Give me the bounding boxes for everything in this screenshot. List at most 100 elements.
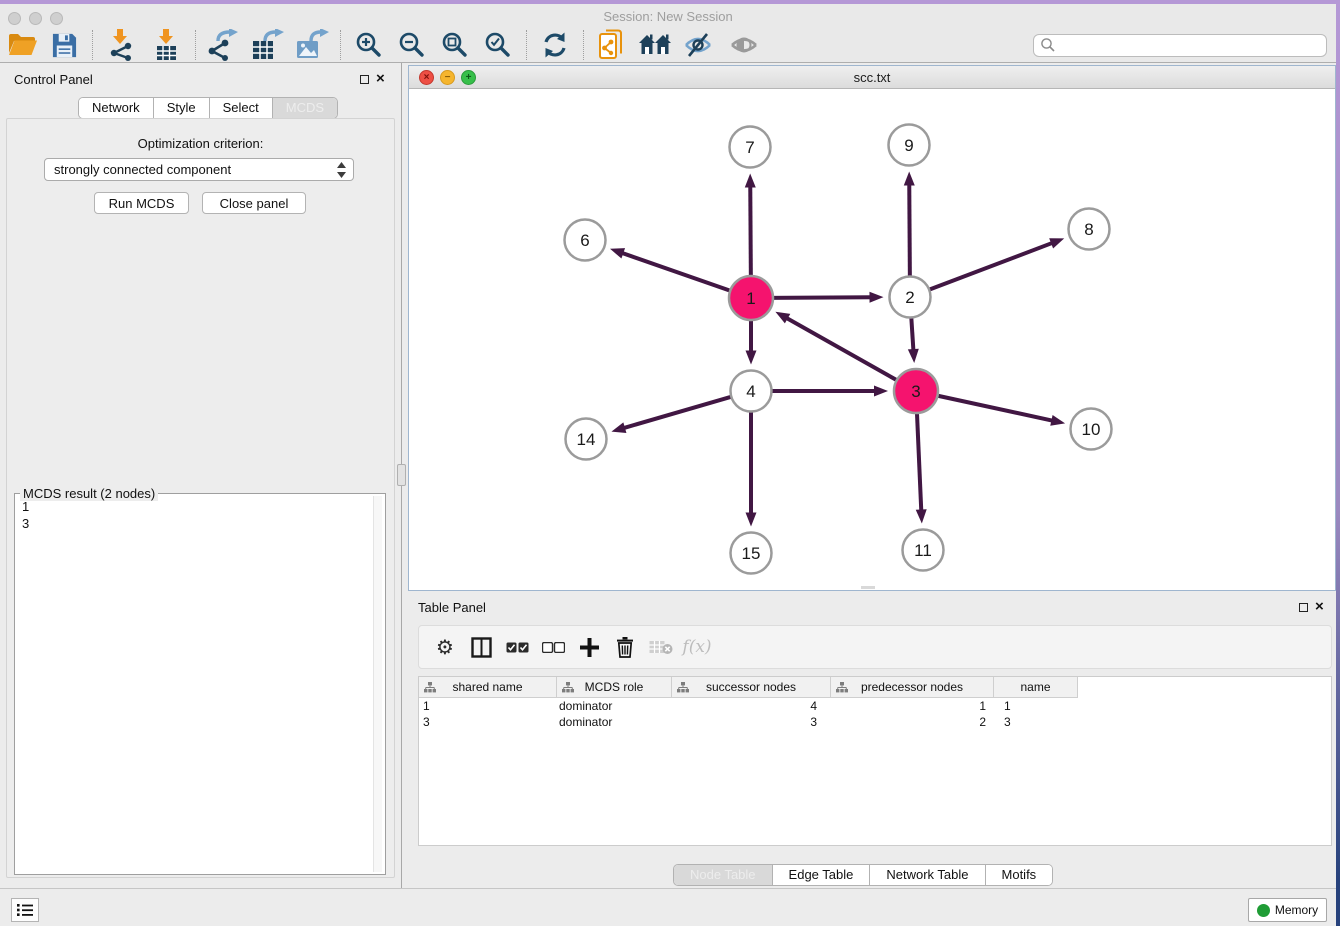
graph-edge-1-2[interactable]: [771, 297, 873, 298]
tab-motifs[interactable]: Motifs: [986, 865, 1053, 885]
zoom-in-icon[interactable]: [352, 28, 386, 62]
cell-predecessor-nodes[interactable]: 1: [831, 698, 994, 714]
graph-node-7[interactable]: 7: [730, 127, 771, 168]
network-canvas[interactable]: 7 9 6 8 1 2 4 3 14 10 15 11: [409, 89, 1335, 590]
hide-graphics-icon[interactable]: [681, 28, 715, 62]
tab-select[interactable]: Select: [210, 98, 273, 118]
column-header-name[interactable]: name: [994, 677, 1078, 698]
table-row[interactable]: 1dominator411: [419, 698, 1331, 714]
graph-edge-2-3[interactable]: [911, 315, 913, 352]
result-line: 1: [22, 498, 29, 515]
cell-predecessor-nodes[interactable]: 2: [831, 714, 994, 730]
home-icon[interactable]: [638, 28, 672, 62]
close-panel-button[interactable]: Close panel: [202, 192, 306, 214]
network-resize-handle[interactable]: [861, 586, 875, 589]
svg-text:11: 11: [914, 541, 932, 560]
export-image-icon[interactable]: [295, 28, 329, 62]
splitter-handle[interactable]: [397, 464, 406, 486]
export-network-icon[interactable]: [207, 28, 241, 62]
cell-MCDS-role[interactable]: dominator: [557, 714, 672, 730]
show-graphics-icon[interactable]: [727, 28, 761, 62]
graph-node-15[interactable]: 15: [731, 533, 772, 574]
mcds-result-box[interactable]: MCDS result (2 nodes) 13: [14, 493, 386, 875]
tab-mcds[interactable]: MCDS: [273, 98, 337, 118]
status-bar: Memory: [0, 888, 1336, 926]
result-scrollbar[interactable]: [373, 496, 382, 872]
zoom-out-icon[interactable]: [395, 28, 429, 62]
tab-style[interactable]: Style: [154, 98, 210, 118]
zoom-selected-icon[interactable]: [481, 28, 515, 62]
graph-edge-2-9[interactable]: [909, 182, 910, 278]
graph-node-2[interactable]: 2: [890, 277, 931, 318]
control-panel-title: Control Panel: [14, 72, 93, 87]
cell-name[interactable]: 1: [994, 698, 1078, 714]
graph-edge-2-8[interactable]: [927, 242, 1054, 290]
desktop-edge-right: [1336, 0, 1340, 926]
cell-name[interactable]: 3: [994, 714, 1078, 730]
optimization-value: strongly connected component: [54, 162, 231, 177]
column-header-shared-name[interactable]: shared name: [419, 677, 557, 698]
graph-node-14[interactable]: 14: [566, 419, 607, 460]
deselect-all-icon[interactable]: [535, 632, 571, 662]
save-session-icon[interactable]: [47, 28, 81, 62]
columns-icon[interactable]: [463, 632, 499, 662]
delete-table-icon[interactable]: [643, 632, 679, 662]
svg-text:1: 1: [746, 289, 755, 308]
cell-MCDS-role[interactable]: dominator: [557, 698, 672, 714]
zoom-fit-icon[interactable]: [438, 28, 472, 62]
graph-node-10[interactable]: 10: [1071, 409, 1112, 450]
toolbar-separator: [583, 30, 584, 60]
tab-network[interactable]: Network: [79, 98, 154, 118]
tab-edge-table[interactable]: Edge Table: [773, 865, 871, 885]
search-field[interactable]: [1033, 34, 1327, 57]
graph-node-9[interactable]: 9: [889, 125, 930, 166]
graph-node-4[interactable]: 4: [731, 371, 772, 412]
gear-icon[interactable]: ⚙: [427, 632, 463, 662]
new-network-from-selection-icon[interactable]: [595, 28, 629, 62]
task-history-button[interactable]: [11, 898, 39, 922]
column-header-predecessor-nodes[interactable]: predecessor nodes: [831, 677, 994, 698]
graph-edge-3-10[interactable]: [936, 395, 1055, 421]
function-builder-icon[interactable]: f(x): [679, 632, 715, 662]
import-table-icon[interactable]: [150, 28, 184, 62]
export-table-icon[interactable]: [251, 28, 285, 62]
memory-button[interactable]: Memory: [1248, 898, 1327, 922]
cell-shared-name[interactable]: 1: [419, 698, 557, 714]
cell-successor-nodes[interactable]: 4: [672, 698, 831, 714]
open-session-icon[interactable]: [5, 28, 39, 62]
float-table-panel-icon[interactable]: [1299, 603, 1308, 612]
delete-icon[interactable]: [607, 632, 643, 662]
float-panel-icon[interactable]: [360, 75, 369, 84]
add-column-icon[interactable]: [571, 632, 607, 662]
titlebar: Session: New Session: [0, 4, 1336, 28]
graph-edge-3-11[interactable]: [917, 411, 921, 513]
run-mcds-button[interactable]: Run MCDS: [94, 192, 189, 214]
graph-node-1[interactable]: 1: [729, 276, 773, 320]
graph-edge-1-6[interactable]: [620, 252, 732, 291]
graph-node-8[interactable]: 8: [1069, 209, 1110, 250]
import-network-icon[interactable]: [104, 28, 138, 62]
cell-successor-nodes[interactable]: 3: [672, 714, 831, 730]
refresh-layout-icon[interactable]: [538, 28, 572, 62]
control-panel-tabs: NetworkStyleSelectMCDS: [78, 97, 338, 119]
result-line: 3: [22, 515, 29, 532]
select-all-icon[interactable]: [499, 632, 535, 662]
close-table-panel-icon[interactable]: ×: [1315, 602, 1324, 612]
graph-node-11[interactable]: 11: [903, 530, 944, 571]
tab-network-table[interactable]: Network Table: [870, 865, 985, 885]
table-row[interactable]: 3dominator323: [419, 714, 1331, 730]
graph-edge-3-1[interactable]: [785, 317, 899, 381]
network-title: scc.txt: [409, 70, 1335, 85]
graph-node-3[interactable]: 3: [894, 369, 938, 413]
column-header-successor-nodes[interactable]: successor nodes: [672, 677, 831, 698]
search-input[interactable]: [1056, 38, 1320, 52]
graph-edge-1-7[interactable]: [750, 184, 751, 278]
graph-edge-4-14[interactable]: [622, 396, 733, 428]
graph-node-6[interactable]: 6: [565, 220, 606, 261]
close-panel-icon[interactable]: ×: [376, 74, 385, 84]
tab-node-table[interactable]: Node Table: [674, 865, 773, 885]
network-window-titlebar[interactable]: × − + scc.txt: [409, 66, 1335, 89]
cell-shared-name[interactable]: 3: [419, 714, 557, 730]
optimization-select[interactable]: strongly connected component: [44, 158, 354, 181]
column-header-MCDS-role[interactable]: MCDS role: [557, 677, 672, 698]
